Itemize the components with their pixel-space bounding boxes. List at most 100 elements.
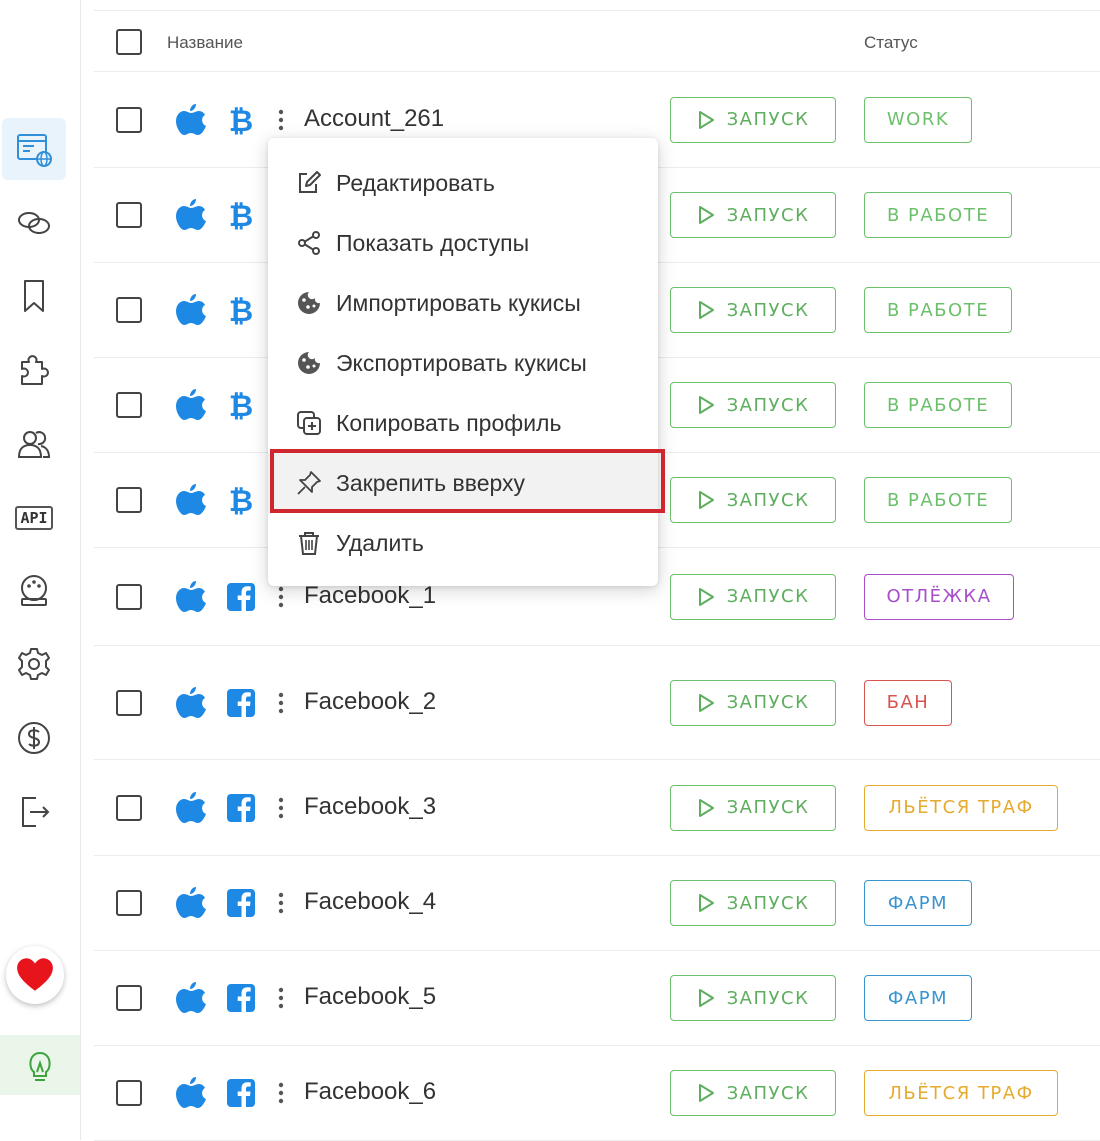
sidebar-item-tips[interactable] xyxy=(0,1035,80,1095)
launch-button[interactable]: ЗАПУСК xyxy=(670,784,836,831)
more-options-icon[interactable] xyxy=(274,108,288,132)
launch-button[interactable]: ЗАПУСК xyxy=(670,1070,836,1116)
status-badge[interactable]: ЛЬЁТСЯ ТРАФ xyxy=(864,784,1058,831)
status-badge[interactable]: БАН xyxy=(864,679,952,726)
table-row[interactable]: Facebook_4 ЗАПУСК ФАРМ xyxy=(94,856,1100,951)
automation-robot-icon xyxy=(21,575,47,606)
menu-item-import-cookies[interactable]: Импортировать кукисы xyxy=(268,273,658,333)
apple-icon xyxy=(176,1075,206,1109)
team-users-icon xyxy=(17,431,51,458)
play-icon xyxy=(698,206,714,224)
profile-name: Facebook_2 xyxy=(304,687,437,715)
status-badge[interactable]: В РАБОТЕ xyxy=(864,192,1012,238)
cookie-icon xyxy=(298,292,320,314)
proxy-link-icon xyxy=(18,212,50,234)
menu-item-pin-top[interactable]: Закрепить вверху xyxy=(268,453,658,513)
launch-button[interactable]: ЗАПУСК xyxy=(670,96,836,143)
row-checkbox[interactable] xyxy=(116,794,142,821)
play-icon xyxy=(698,301,714,319)
launch-button-label: ЗАПУСК xyxy=(726,692,810,713)
row-checkbox[interactable] xyxy=(116,689,142,716)
more-options-icon[interactable] xyxy=(274,1081,288,1105)
launch-button-label: ЗАПУСК xyxy=(726,489,810,511)
favorite-button[interactable] xyxy=(6,946,64,1004)
status-badge[interactable]: В РАБОТЕ xyxy=(864,287,1012,333)
launch-button-label: ЗАПУСК xyxy=(726,109,810,130)
copy-icon xyxy=(297,411,321,435)
sidebar-item-proxy[interactable] xyxy=(0,192,68,252)
row-checkbox[interactable] xyxy=(116,106,142,133)
settings-gear-icon xyxy=(18,648,50,680)
launch-button[interactable]: ЗАПУСК xyxy=(670,880,836,926)
menu-item-copy-profile[interactable]: Копировать профиль xyxy=(268,393,658,453)
launch-button-label: ЗАПУСК xyxy=(726,586,810,607)
sidebar-item-billing[interactable] xyxy=(0,708,68,768)
status-badge[interactable]: В РАБОТЕ xyxy=(864,382,1012,428)
table-row[interactable]: Facebook_5 ЗАПУСК ФАРМ xyxy=(94,951,1100,1046)
row-checkbox[interactable] xyxy=(116,583,142,610)
row-checkbox[interactable] xyxy=(116,1080,142,1106)
launch-button[interactable]: ЗАПУСК xyxy=(670,287,836,333)
menu-item-show-access[interactable]: Показать доступы xyxy=(268,213,658,273)
table-row[interactable]: Facebook_6 ЗАПУСК ЛЬЁТСЯ ТРАФ xyxy=(94,1046,1100,1141)
status-badge[interactable]: ОТЛЁЖКА xyxy=(864,573,1014,620)
launch-button[interactable]: ЗАПУСК xyxy=(670,477,836,523)
facebook-icon xyxy=(226,687,256,719)
launch-button[interactable]: ЗАПУСК xyxy=(670,975,836,1021)
menu-item-delete[interactable]: Удалить xyxy=(268,513,658,573)
table-row[interactable]: Facebook_3 ЗАПУСК ЛЬЁТСЯ ТРАФ xyxy=(94,760,1100,856)
trash-icon xyxy=(299,532,319,555)
menu-item-edit[interactable]: Редактировать xyxy=(268,153,658,213)
status-badge[interactable]: В РАБОТЕ xyxy=(864,477,1012,523)
status-badge[interactable]: ФАРМ xyxy=(864,880,972,926)
context-menu: Редактировать Показать доступы Импортиро… xyxy=(268,138,658,586)
bitcoin-icon: ₿ xyxy=(226,294,256,329)
select-all-checkbox[interactable] xyxy=(116,29,142,55)
launch-button-label: ЗАПУСК xyxy=(726,987,810,1009)
sidebar-item-logout[interactable] xyxy=(0,782,68,842)
status-badge[interactable]: WORK xyxy=(864,96,972,143)
bitcoin-icon: ₿ xyxy=(226,484,256,519)
logout-icon xyxy=(22,797,50,827)
sidebar: API xyxy=(0,0,81,1140)
more-options-icon[interactable] xyxy=(274,796,288,820)
play-icon xyxy=(698,894,714,912)
table-row[interactable]: Facebook_2 ЗАПУСК БАН xyxy=(94,646,1100,760)
sidebar-item-automation[interactable] xyxy=(0,560,68,620)
apple-icon xyxy=(176,292,206,326)
more-options-icon[interactable] xyxy=(274,986,288,1010)
column-header-name: Название xyxy=(167,33,243,52)
launch-button[interactable]: ЗАПУСК xyxy=(670,382,836,428)
sidebar-item-settings[interactable] xyxy=(0,634,68,694)
share-icon xyxy=(298,231,320,255)
more-options-icon[interactable] xyxy=(274,891,288,915)
table-header: Название Статус xyxy=(94,10,1100,72)
launch-button-label: ЗАПУСК xyxy=(726,204,810,226)
row-checkbox[interactable] xyxy=(116,487,142,513)
sidebar-item-bookmarks[interactable] xyxy=(0,266,68,326)
sidebar-item-profiles[interactable] xyxy=(2,118,66,180)
row-checkbox[interactable] xyxy=(116,297,142,323)
svg-text:₿: ₿ xyxy=(229,484,253,516)
status-badge[interactable]: ФАРМ xyxy=(864,975,972,1021)
launch-button-label: ЗАПУСК xyxy=(726,1082,810,1104)
more-options-icon[interactable] xyxy=(274,585,288,609)
play-icon xyxy=(698,396,714,414)
pin-icon xyxy=(297,471,321,495)
launch-button[interactable]: ЗАПУСК xyxy=(670,192,836,238)
more-options-icon[interactable] xyxy=(274,691,288,715)
extensions-puzzle-icon xyxy=(21,355,49,385)
sidebar-item-extensions[interactable] xyxy=(0,340,68,400)
launch-button[interactable]: ЗАПУСК xyxy=(670,573,836,620)
menu-item-export-cookies[interactable]: Экспортировать кукисы xyxy=(268,333,658,393)
row-checkbox[interactable] xyxy=(116,202,142,228)
launch-button[interactable]: ЗАПУСК xyxy=(670,679,836,726)
row-checkbox[interactable] xyxy=(116,392,142,418)
facebook-icon xyxy=(226,581,256,613)
row-checkbox[interactable] xyxy=(116,890,142,916)
facebook-icon xyxy=(226,1077,256,1109)
sidebar-item-api[interactable]: API xyxy=(0,488,68,548)
status-badge[interactable]: ЛЬЁТСЯ ТРАФ xyxy=(864,1070,1058,1116)
sidebar-item-team[interactable] xyxy=(0,414,68,474)
row-checkbox[interactable] xyxy=(116,985,142,1011)
